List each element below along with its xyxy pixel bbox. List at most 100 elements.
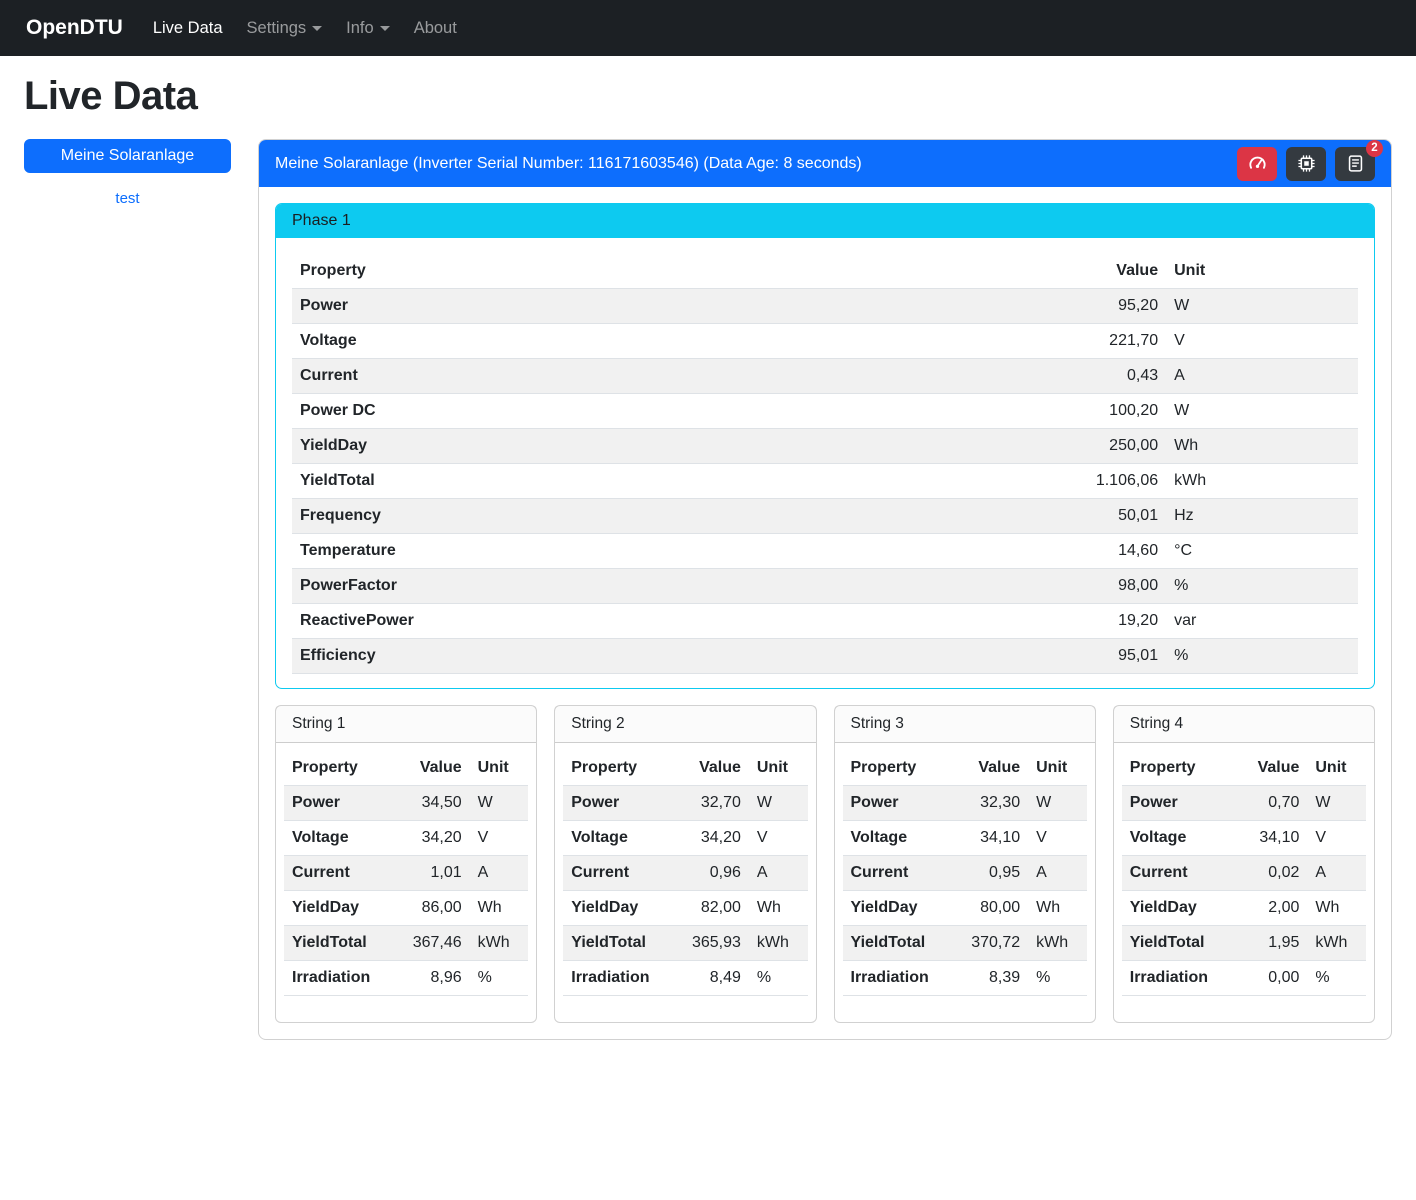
unit-cell: V <box>470 821 529 856</box>
column-header-property: Property <box>843 751 950 786</box>
unit-cell: % <box>1028 961 1087 996</box>
event-count-badge: 2 <box>1366 140 1383 158</box>
property-cell: Voltage <box>284 821 391 856</box>
property-cell: Voltage <box>1122 821 1229 856</box>
event-log-button[interactable]: 2 <box>1335 147 1375 181</box>
property-cell: ReactivePower <box>292 604 942 639</box>
phase-card-body: Property Value Unit Power <box>276 238 1374 688</box>
property-cell: YieldTotal <box>563 926 670 961</box>
chevron-down-icon <box>312 26 322 31</box>
table-row: Power 95,20 W <box>292 289 1358 324</box>
table-row: Voltage 221,70 V <box>292 324 1358 359</box>
inverter-select-test-link[interactable]: test <box>24 190 231 207</box>
unit-cell: % <box>1166 569 1358 604</box>
table-header-row: Property Value Unit <box>292 254 1358 289</box>
table-row: Power 0,70 W <box>1122 786 1366 821</box>
page-title: Live Data <box>24 74 1392 119</box>
property-cell: Efficiency <box>292 639 942 674</box>
table-row: PowerFactor 98,00 % <box>292 569 1358 604</box>
unit-cell: kWh <box>1028 926 1087 961</box>
property-cell: Irradiation <box>1122 961 1229 996</box>
column-header-value: Value <box>391 751 469 786</box>
table-row: Current 0,43 A <box>292 359 1358 394</box>
inverter-select-button[interactable]: Meine Solaranlage <box>24 139 231 173</box>
string-card-body: Property Value Unit Power <box>276 743 536 1022</box>
table-row: YieldTotal 1,95 kWh <box>1122 926 1366 961</box>
nav-item-info[interactable]: Info <box>338 11 398 46</box>
value-cell: 365,93 <box>671 926 749 961</box>
inverter-card-body: Phase 1 Property Value Unit <box>259 187 1391 1039</box>
phase-card: Phase 1 Property Value Unit <box>275 203 1375 689</box>
unit-cell: V <box>1166 324 1358 359</box>
string-card-body: Property Value Unit Power <box>555 743 815 1022</box>
brand-logo[interactable]: OpenDTU <box>26 16 123 40</box>
table-row: Current 0,96 A <box>563 856 807 891</box>
table-row: Irradiation 0,00 % <box>1122 961 1366 996</box>
unit-cell: var <box>1166 604 1358 639</box>
limit-settings-button[interactable] <box>1237 147 1277 181</box>
table-row: Voltage 34,10 V <box>843 821 1087 856</box>
inverter-card: Meine Solaranlage (Inverter Serial Numbe… <box>258 139 1392 1040</box>
unit-cell: W <box>1166 394 1358 429</box>
property-cell: Frequency <box>292 499 942 534</box>
table-row: YieldDay 250,00 Wh <box>292 429 1358 464</box>
string-table: Property Value Unit Power <box>843 751 1087 996</box>
inverter-card-header: Meine Solaranlage (Inverter Serial Numbe… <box>259 140 1391 187</box>
unit-cell: Wh <box>1307 891 1366 926</box>
unit-cell: A <box>470 856 529 891</box>
value-cell: 95,01 <box>942 639 1166 674</box>
property-cell: YieldTotal <box>292 464 942 499</box>
unit-cell: kWh <box>1307 926 1366 961</box>
column-header-unit: Unit <box>749 751 808 786</box>
table-row: Power 32,30 W <box>843 786 1087 821</box>
property-cell: Power <box>1122 786 1229 821</box>
value-cell: 1.106,06 <box>942 464 1166 499</box>
nav-item-settings-label: Settings <box>247 19 307 37</box>
unit-cell: W <box>470 786 529 821</box>
power-settings-button[interactable] <box>1286 147 1326 181</box>
column-header-unit: Unit <box>1307 751 1366 786</box>
unit-cell: A <box>1166 359 1358 394</box>
unit-cell: W <box>1028 786 1087 821</box>
property-cell: YieldTotal <box>843 926 950 961</box>
table-row: Current 1,01 A <box>284 856 528 891</box>
property-cell: YieldDay <box>1122 891 1229 926</box>
nav-item-live-data[interactable]: Live Data <box>145 11 231 46</box>
table-row: Irradiation 8,39 % <box>843 961 1087 996</box>
property-cell: Power DC <box>292 394 942 429</box>
value-cell: 1,01 <box>391 856 469 891</box>
string-card-3: String 3 Property Value Unit <box>834 705 1096 1023</box>
value-cell: 250,00 <box>942 429 1166 464</box>
string-card-title: String 4 <box>1114 706 1374 743</box>
string-card-body: Property Value Unit Power <box>1114 743 1374 1022</box>
table-row: YieldTotal 365,93 kWh <box>563 926 807 961</box>
property-cell: Current <box>843 856 950 891</box>
column-header-property: Property <box>284 751 391 786</box>
unit-cell: Wh <box>1166 429 1358 464</box>
string-card-title: String 1 <box>276 706 536 743</box>
column-header-value: Value <box>1229 751 1307 786</box>
nav-item-about[interactable]: About <box>406 11 465 46</box>
table-row: Voltage 34,20 V <box>284 821 528 856</box>
inverter-sidebar: Meine Solaranlage test <box>24 139 231 207</box>
property-cell: Voltage <box>292 324 942 359</box>
table-row: Current 0,02 A <box>1122 856 1366 891</box>
value-cell: 0,00 <box>1229 961 1307 996</box>
value-cell: 8,49 <box>671 961 749 996</box>
table-row: YieldDay 82,00 Wh <box>563 891 807 926</box>
table-header-row: Property Value Unit <box>1122 751 1366 786</box>
column-header-value: Value <box>671 751 749 786</box>
nav-item-settings[interactable]: Settings <box>239 11 331 46</box>
unit-cell: W <box>1166 289 1358 324</box>
property-cell: Current <box>284 856 391 891</box>
unit-cell: kWh <box>470 926 529 961</box>
unit-cell: V <box>1028 821 1087 856</box>
value-cell: 14,60 <box>942 534 1166 569</box>
inverter-toolbar: 2 <box>1237 147 1375 181</box>
string-table: Property Value Unit Power <box>284 751 528 996</box>
column-header-property: Property <box>563 751 670 786</box>
table-row: YieldDay 80,00 Wh <box>843 891 1087 926</box>
table-header-row: Property Value Unit <box>843 751 1087 786</box>
property-cell: Power <box>292 289 942 324</box>
unit-cell: °C <box>1166 534 1358 569</box>
